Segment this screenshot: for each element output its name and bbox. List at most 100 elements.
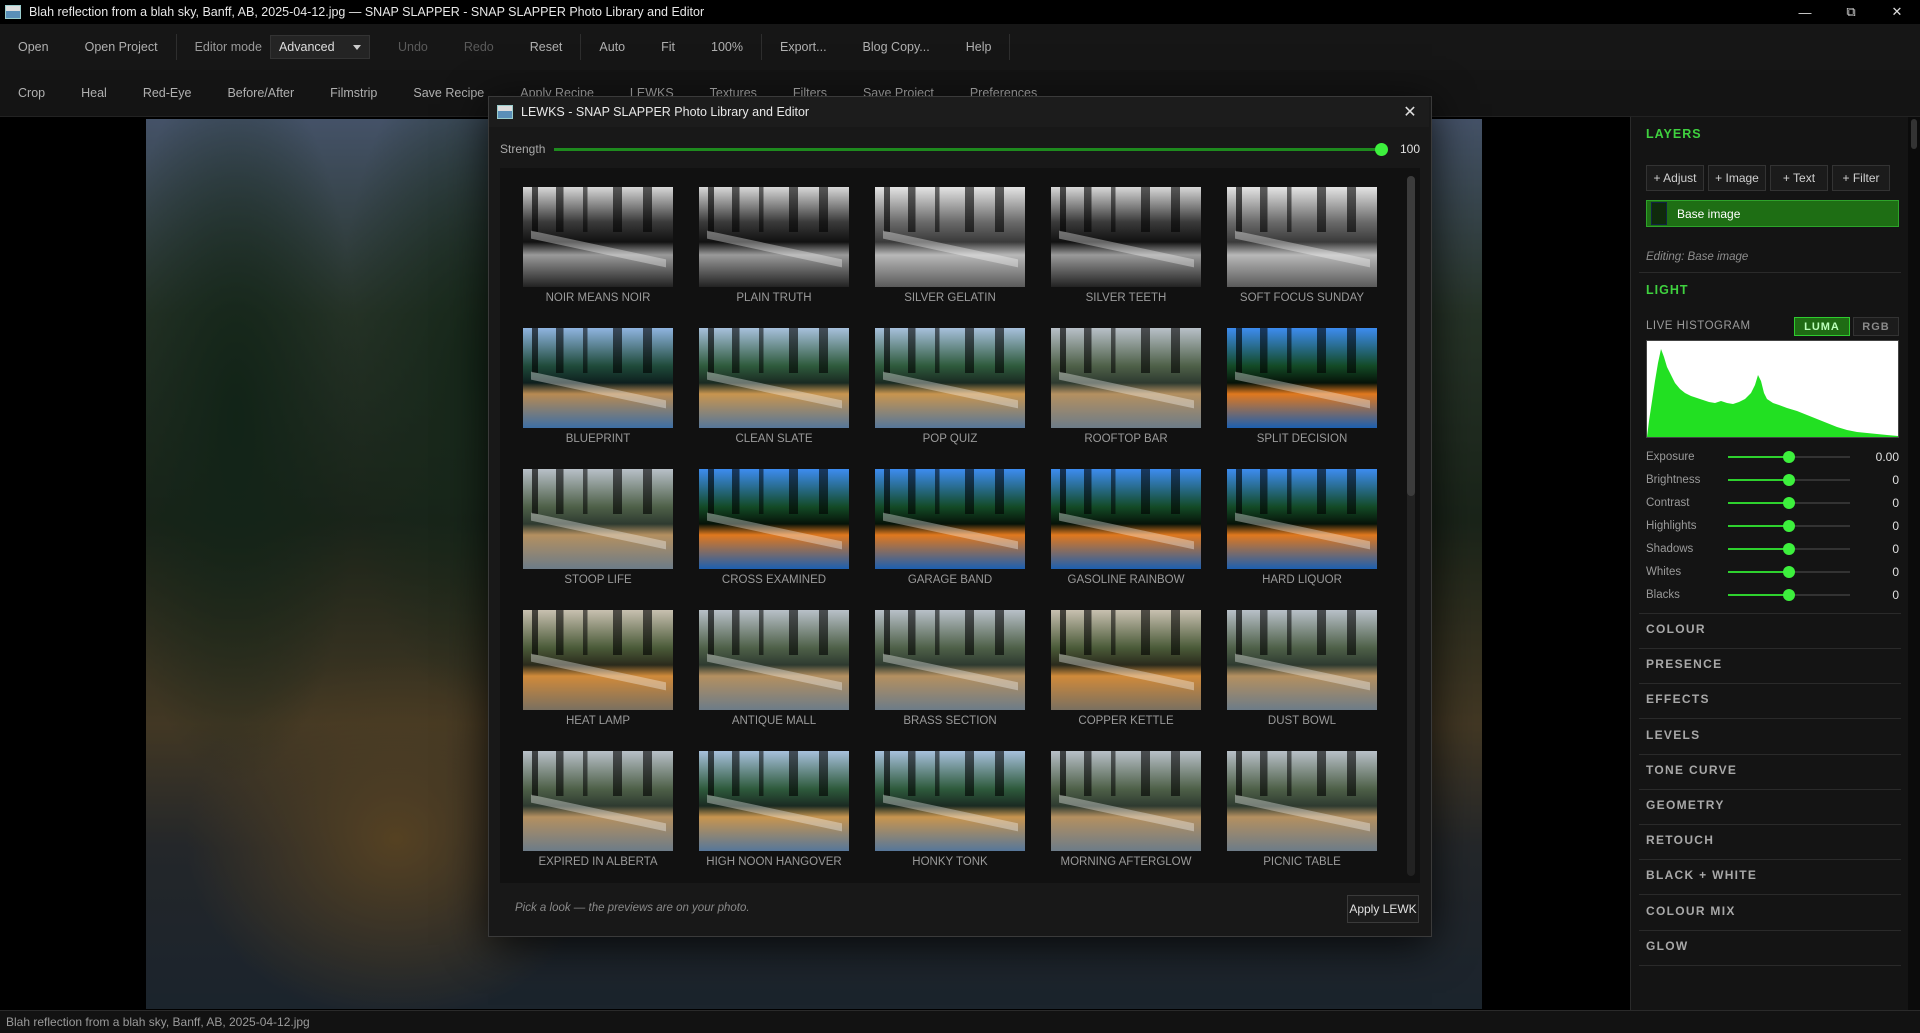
- apply-lewk-button[interactable]: Apply LEWK: [1347, 895, 1419, 923]
- grid-scrollbar[interactable]: [1407, 176, 1415, 876]
- lewk-garage-band[interactable]: GARAGE BAND: [875, 469, 1025, 610]
- lewk-preview-thumbnail[interactable]: [875, 187, 1025, 287]
- lewk-preview-thumbnail[interactable]: [699, 610, 849, 710]
- zoom-100-button[interactable]: 100%: [693, 24, 761, 70]
- before-after-button[interactable]: Before/After: [209, 70, 312, 116]
- lewk-gasoline-rainbow[interactable]: GASOLINE RAINBOW: [1051, 469, 1201, 610]
- add-text-button[interactable]: + Text: [1770, 165, 1828, 191]
- lewk-soft-focus-sunday[interactable]: SOFT FOCUS SUNDAY: [1227, 187, 1377, 328]
- lewk-preview-thumbnail[interactable]: [1227, 187, 1377, 287]
- help-button[interactable]: Help: [948, 24, 1010, 70]
- lewk-hard-liquor[interactable]: HARD LIQUOR: [1227, 469, 1377, 610]
- section-presence[interactable]: PRESENCE: [1646, 657, 1722, 671]
- lewk-cross-examined[interactable]: CROSS EXAMINED: [699, 469, 849, 610]
- lewk-honky-tonk[interactable]: HONKY TONK: [875, 751, 1025, 883]
- lewk-preview-thumbnail[interactable]: [1051, 751, 1201, 851]
- strength-slider[interactable]: [553, 142, 1388, 156]
- slider-knob[interactable]: [1783, 497, 1795, 509]
- lewk-preview-thumbnail[interactable]: [1227, 751, 1377, 851]
- lewk-noir-means-noir[interactable]: NOIR MEANS NOIR: [523, 187, 673, 328]
- add-adjust-button[interactable]: + Adjust: [1646, 165, 1704, 191]
- shadows-slider[interactable]: [1728, 543, 1850, 555]
- section-colour-mix[interactable]: COLOUR MIX: [1646, 904, 1736, 918]
- slider-knob[interactable]: [1783, 520, 1795, 532]
- lewk-preview-thumbnail[interactable]: [699, 469, 849, 569]
- lewk-preview-thumbnail[interactable]: [523, 469, 673, 569]
- slider-knob[interactable]: [1783, 451, 1795, 463]
- luma-toggle[interactable]: LUMA: [1794, 317, 1850, 336]
- lewk-heat-lamp[interactable]: HEAT LAMP: [523, 610, 673, 751]
- section-levels[interactable]: LEVELS: [1646, 728, 1700, 742]
- redo-button[interactable]: Redo: [446, 24, 512, 70]
- lewk-preview-thumbnail[interactable]: [1227, 328, 1377, 428]
- lewk-preview-thumbnail[interactable]: [523, 751, 673, 851]
- scrollbar-thumb[interactable]: [1911, 119, 1917, 149]
- lewk-preview-thumbnail[interactable]: [699, 187, 849, 287]
- slider-knob[interactable]: [1783, 566, 1795, 578]
- lewk-preview-thumbnail[interactable]: [1051, 610, 1201, 710]
- lewk-copper-kettle[interactable]: COPPER KETTLE: [1051, 610, 1201, 751]
- export-button[interactable]: Export...: [762, 24, 845, 70]
- section-glow[interactable]: GLOW: [1646, 939, 1689, 953]
- lewk-expired-in-alberta[interactable]: EXPIRED IN ALBERTA: [523, 751, 673, 883]
- lewk-brass-section[interactable]: BRASS SECTION: [875, 610, 1025, 751]
- open-button[interactable]: Open: [0, 24, 67, 70]
- lewk-preview-thumbnail[interactable]: [1051, 187, 1201, 287]
- lewk-clean-slate[interactable]: CLEAN SLATE: [699, 328, 849, 469]
- section-black-white[interactable]: BLACK + WHITE: [1646, 868, 1757, 882]
- layer-base-image[interactable]: Base image: [1646, 200, 1899, 227]
- lewk-stoop-life[interactable]: STOOP LIFE: [523, 469, 673, 610]
- open-project-button[interactable]: Open Project: [67, 24, 176, 70]
- lewk-preview-thumbnail[interactable]: [1227, 610, 1377, 710]
- save-recipe-button[interactable]: Save Recipe: [395, 70, 502, 116]
- lewk-morning-afterglow[interactable]: MORNING AFTERGLOW: [1051, 751, 1201, 883]
- add-image-button[interactable]: + Image: [1708, 165, 1766, 191]
- lewk-rooftop-bar[interactable]: ROOFTOP BAR: [1051, 328, 1201, 469]
- close-icon[interactable]: ✕: [1874, 0, 1920, 24]
- lewk-silver-gelatin[interactable]: SILVER GELATIN: [875, 187, 1025, 328]
- exposure-slider[interactable]: [1728, 451, 1850, 463]
- section-effects[interactable]: EFFECTS: [1646, 692, 1710, 706]
- reset-button[interactable]: Reset: [512, 24, 581, 70]
- lewk-preview-thumbnail[interactable]: [523, 328, 673, 428]
- light-heading[interactable]: LIGHT: [1646, 283, 1689, 297]
- undo-button[interactable]: Undo: [380, 24, 446, 70]
- fit-button[interactable]: Fit: [643, 24, 693, 70]
- lewk-split-decision[interactable]: SPLIT DECISION: [1227, 328, 1377, 469]
- crop-button[interactable]: Crop: [0, 70, 63, 116]
- close-icon[interactable]: ✕: [1399, 101, 1421, 123]
- section-geometry[interactable]: GEOMETRY: [1646, 798, 1725, 812]
- heal-button[interactable]: Heal: [63, 70, 125, 116]
- lewk-plain-truth[interactable]: PLAIN TRUTH: [699, 187, 849, 328]
- add-filter-button[interactable]: + Filter: [1832, 165, 1890, 191]
- panel-scrollbar[interactable]: [1908, 117, 1920, 1010]
- filmstrip-button[interactable]: Filmstrip: [312, 70, 395, 116]
- slider-knob[interactable]: [1783, 543, 1795, 555]
- highlights-slider[interactable]: [1728, 520, 1850, 532]
- auto-button[interactable]: Auto: [581, 24, 643, 70]
- lewk-silver-teeth[interactable]: SILVER TEETH: [1051, 187, 1201, 328]
- whites-slider[interactable]: [1728, 566, 1850, 578]
- lewk-preview-thumbnail[interactable]: [1227, 469, 1377, 569]
- lewk-dust-bowl[interactable]: DUST BOWL: [1227, 610, 1377, 751]
- lewk-preview-thumbnail[interactable]: [875, 328, 1025, 428]
- lewk-preview-thumbnail[interactable]: [875, 610, 1025, 710]
- restore-icon[interactable]: ⧉: [1828, 0, 1874, 24]
- red-eye-button[interactable]: Red-Eye: [125, 70, 210, 116]
- brightness-slider[interactable]: [1728, 474, 1850, 486]
- lewk-preview-thumbnail[interactable]: [875, 469, 1025, 569]
- rgb-toggle[interactable]: RGB: [1853, 317, 1899, 336]
- section-tone-curve[interactable]: TONE CURVE: [1646, 763, 1737, 777]
- lewk-preview-thumbnail[interactable]: [699, 751, 849, 851]
- lewk-preview-thumbnail[interactable]: [523, 187, 673, 287]
- slider-knob[interactable]: [1783, 589, 1795, 601]
- contrast-slider[interactable]: [1728, 497, 1850, 509]
- lewk-blueprint[interactable]: BLUEPRINT: [523, 328, 673, 469]
- minimize-icon[interactable]: —: [1782, 0, 1828, 24]
- lewk-preview-thumbnail[interactable]: [1051, 328, 1201, 428]
- lewk-high-noon-hangover[interactable]: HIGH NOON HANGOVER: [699, 751, 849, 883]
- slider-knob[interactable]: [1783, 474, 1795, 486]
- strength-slider-knob[interactable]: [1374, 142, 1388, 156]
- blog-copy-button[interactable]: Blog Copy...: [845, 24, 948, 70]
- lewk-antique-mall[interactable]: ANTIQUE MALL: [699, 610, 849, 751]
